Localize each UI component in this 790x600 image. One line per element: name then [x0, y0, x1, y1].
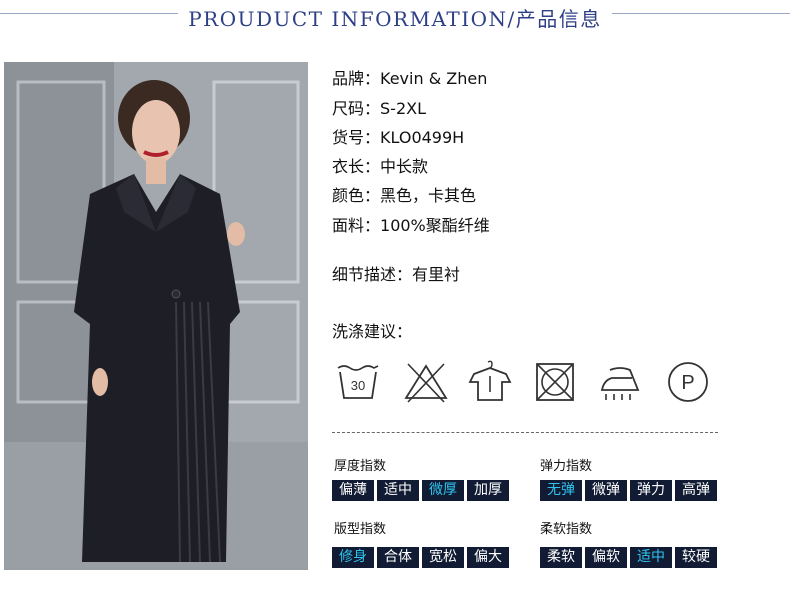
model-illustration: [4, 62, 308, 570]
dry-clean-letter: P: [681, 372, 694, 394]
fit-option-slim: 修身: [332, 547, 374, 568]
info-fabric-value: 100%聚酯纤维: [380, 216, 490, 235]
wash-temperature: 30: [351, 378, 365, 393]
softness-index-title: 柔软指数: [540, 522, 593, 537]
info-length-label: 衣长：: [332, 157, 381, 176]
fit-index-options: 修身 合体 宽松 偏大: [332, 547, 509, 568]
info-size: 尺码：S-2XL: [332, 95, 426, 119]
info-brand-label: 品牌：: [332, 69, 381, 88]
info-length-value: 中长款: [380, 157, 429, 176]
info-size-value: S-2XL: [380, 99, 426, 118]
hang-dry-icon: [466, 358, 514, 406]
fit-option-regular: 合体: [377, 547, 419, 568]
info-brand-value: Kevin & Zhen: [380, 69, 488, 88]
softness-option-soft: 柔软: [540, 547, 582, 568]
detail-value: 有里衬: [412, 265, 461, 284]
softness-option-medium: 适中: [630, 547, 672, 568]
elasticity-option-none: 无弹: [540, 480, 582, 501]
care-label: 洗涤建议：: [332, 322, 413, 341]
fit-option-loose: 宽松: [422, 547, 464, 568]
thickness-option-thin: 偏薄: [332, 480, 374, 501]
info-brand: 品牌：Kevin & Zhen: [332, 65, 487, 89]
info-color: 颜色：黑色，卡其色: [332, 182, 476, 206]
thickness-option-medium: 适中: [377, 480, 419, 501]
fit-index-title: 版型指数: [334, 522, 387, 537]
info-sku-value: KLO0499H: [380, 128, 465, 147]
product-photo: [4, 62, 308, 570]
info-sku-label: 货号：: [332, 128, 381, 147]
softness-index-options: 柔软 偏软 适中 较硬: [540, 547, 717, 568]
elasticity-option-stretch: 弹力: [630, 480, 672, 501]
info-fabric: 面料：100%聚酯纤维: [332, 212, 490, 236]
info-sku: 货号：KLO0499H: [332, 124, 464, 148]
elasticity-option-slight: 微弹: [585, 480, 627, 501]
wash-30-icon: 30: [334, 358, 382, 406]
section-divider: [332, 432, 718, 433]
info-color-label: 颜色：: [332, 186, 381, 205]
info-color-value: 黑色，卡其色: [380, 186, 477, 205]
elasticity-option-high: 高弹: [675, 480, 717, 501]
elasticity-index-options: 无弹 微弹 弹力 高弹: [540, 480, 717, 501]
thickness-index-title: 厚度指数: [334, 459, 387, 474]
thickness-option-slightly-thick: 微厚: [422, 480, 464, 501]
softness-option-slightly-soft: 偏软: [585, 547, 627, 568]
thickness-index-options: 偏薄 适中 微厚 加厚: [332, 480, 509, 501]
info-fabric-label: 面料：: [332, 216, 381, 235]
info-length: 衣长：中长款: [332, 153, 428, 177]
page-title: PROUDUCT INFORMATION/产品信息: [188, 7, 602, 31]
no-tumble-dry-icon: [531, 358, 579, 406]
thickness-option-thick: 加厚: [467, 480, 509, 501]
steam-iron-icon: [596, 358, 644, 406]
fit-option-oversized: 偏大: [467, 547, 509, 568]
dry-clean-p-icon: P: [664, 358, 712, 406]
softness-option-firm: 较硬: [675, 547, 717, 568]
info-size-label: 尺码：: [332, 99, 381, 118]
detail-description: 细节描述：有里衬: [332, 261, 460, 285]
detail-label: 细节描述：: [332, 265, 413, 284]
elasticity-index-title: 弹力指数: [540, 459, 593, 474]
no-bleach-icon: [402, 358, 450, 406]
